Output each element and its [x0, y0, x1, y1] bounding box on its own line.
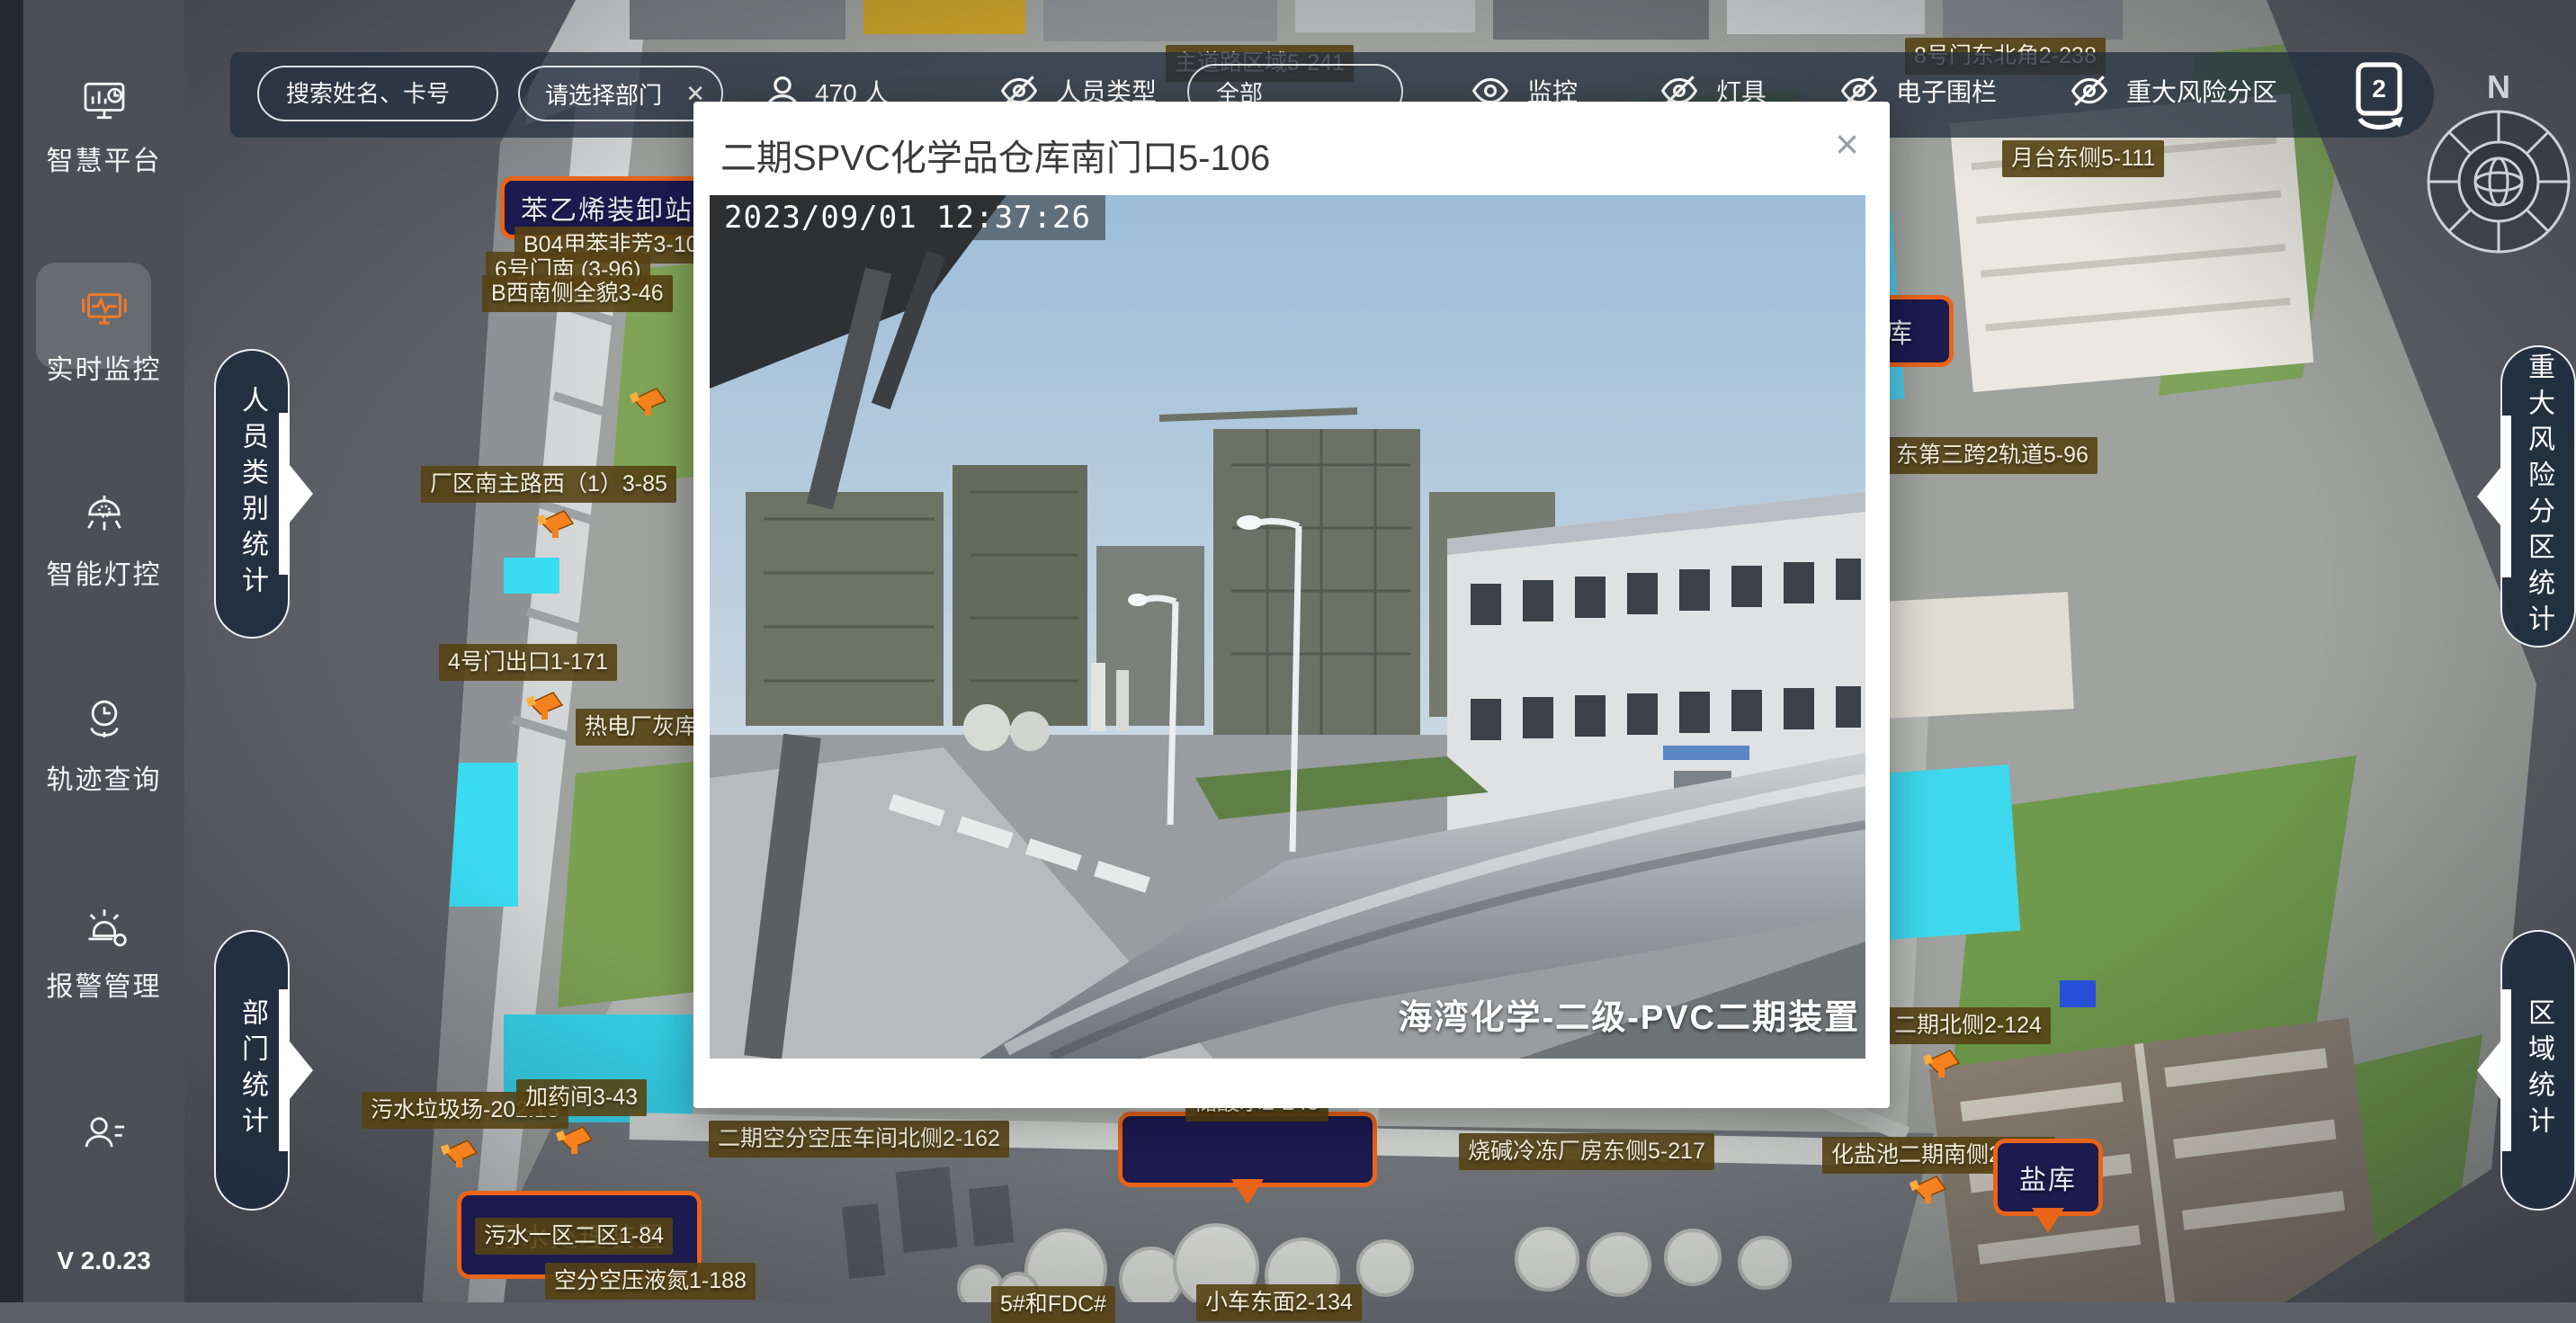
- alarm-icon: [79, 901, 130, 952]
- sidebar-item-smart-platform[interactable]: 智慧平台: [23, 76, 184, 178]
- camera-label[interactable]: 4号门出口1-171: [439, 644, 617, 681]
- camera-icon[interactable]: [526, 691, 566, 721]
- department-select[interactable]: 请选择部门 ✕: [518, 66, 723, 121]
- zone-pointer: [2032, 1208, 2064, 1249]
- camera-label[interactable]: 烧碱冷冻厂房东侧5-217: [1459, 1133, 1714, 1170]
- expand-arrow-icon[interactable]: [2475, 416, 2511, 577]
- camera-label[interactable]: 二期北侧2-124: [1885, 1007, 2051, 1044]
- tab-label: 重大风险分区统计: [2518, 353, 2558, 640]
- sidebar-edge-strip: [0, 0, 23, 1302]
- camera-icon[interactable]: [1923, 1049, 1963, 1079]
- sidebar-item-label: 智能灯控: [23, 552, 184, 592]
- camera-timestamp: 2023/09/01 12:37:26: [710, 195, 1105, 240]
- trajectory-icon: [79, 694, 130, 745]
- layer-toggle-label: 重大风险分区: [2126, 73, 2277, 109]
- camera-label[interactable]: 厂区南主路西（1）3-85: [421, 466, 676, 503]
- camera-label[interactable]: 小车东面2-134: [1196, 1284, 1362, 1321]
- camera-icon[interactable]: [1910, 1175, 1949, 1205]
- expand-arrow-icon[interactable]: [2475, 989, 2511, 1151]
- sidebar-item-alarm-management[interactable]: 报警管理: [23, 901, 184, 1004]
- smart-light-icon: [79, 489, 130, 540]
- tab-department-stats[interactable]: 部门统计: [214, 930, 290, 1211]
- search-input[interactable]: [284, 79, 477, 109]
- camera-icon[interactable]: [441, 1139, 480, 1169]
- sidebar-item-label: 实时监控: [23, 347, 184, 387]
- camera-label[interactable]: 热电厂灰库: [576, 709, 706, 746]
- tab-area-stats[interactable]: 区域统计: [2500, 930, 2576, 1211]
- dashboard-icon: [79, 76, 130, 126]
- camera-label[interactable]: B西南侧全貌3-46: [482, 275, 673, 312]
- sidebar-item-label: 轨迹查询: [23, 757, 184, 797]
- realtime-monitor-icon: [79, 284, 130, 335]
- tab-label: 部门统计: [232, 998, 272, 1142]
- camera-label[interactable]: 5#和FDC#: [991, 1286, 1115, 1323]
- sidebar-item-realtime-monitor[interactable]: 实时监控: [23, 284, 184, 387]
- zone-label[interactable]: [1118, 1112, 1377, 1187]
- zone-label[interactable]: 盐库: [1993, 1139, 2103, 1216]
- camera-label[interactable]: 空分空压液氮1-188: [545, 1263, 756, 1300]
- layer-toggle-label: 电子围栏: [1896, 73, 1997, 109]
- sidebar-item-contacts[interactable]: [23, 1108, 184, 1171]
- view-mode-toggle[interactable]: 2: [2346, 59, 2414, 131]
- camera-label[interactable]: 污水一区二区1-84: [475, 1218, 673, 1255]
- camera-label[interactable]: 月台东侧5-111: [2002, 140, 2164, 177]
- search-pill[interactable]: [257, 66, 498, 121]
- expand-arrow-icon[interactable]: [279, 413, 315, 575]
- tab-person-category-stats[interactable]: 人员类别统计: [214, 349, 290, 639]
- tab-major-risk-zone-stats[interactable]: 重大风险分区统计: [2500, 345, 2576, 648]
- sidebar-item-label: 智慧平台: [23, 139, 184, 178]
- sidebar-item-label: 报警管理: [23, 964, 184, 1004]
- camera-feed-modal: 二期SPVC化学品仓库南门口5-106 ×: [693, 102, 1890, 1108]
- camera-watermark: 海湾化学-二级-PVC二期装置: [1399, 989, 1860, 1039]
- compass[interactable]: [2423, 106, 2574, 257]
- tab-label: 人员类别统计: [232, 386, 272, 602]
- department-placeholder: 请选择部门: [545, 77, 685, 111]
- mode-badge-number: 2: [2372, 75, 2386, 103]
- compass-north-label: N: [2466, 68, 2531, 106]
- tab-label: 区域统计: [2518, 998, 2558, 1142]
- sidebar-item-smart-lighting[interactable]: 智能灯控: [23, 489, 184, 592]
- sidebar-item-trajectory-query[interactable]: 轨迹查询: [23, 694, 184, 797]
- camera-label[interactable]: 二期空分空压车间北侧2-162: [709, 1121, 1009, 1158]
- camera-photo: [710, 195, 1865, 1059]
- modal-title: 二期SPVC化学品仓库南门口5-106: [720, 129, 1270, 181]
- zone-pointer: [1231, 1179, 1264, 1220]
- expand-arrow-icon[interactable]: [279, 989, 315, 1151]
- camera-label[interactable]: 东第三跨2轨道5-96: [1887, 437, 2097, 474]
- camera-label[interactable]: 加药间3-43: [516, 1079, 647, 1116]
- camera-icon[interactable]: [630, 387, 669, 417]
- close-icon[interactable]: ×: [1835, 123, 1859, 165]
- layer-toggle[interactable]: 重大风险分区: [2067, 72, 2277, 110]
- camera-icon[interactable]: [556, 1125, 595, 1156]
- eye-off-icon[interactable]: [2067, 72, 2112, 110]
- camera-icon[interactable]: [537, 509, 577, 540]
- app-version: V 2.0.23: [23, 1247, 184, 1275]
- left-sidebar: 智慧平台 实时监控 智能灯控 轨迹查询: [0, 0, 184, 1302]
- camera-feed-image: 2023/09/01 12:37:26 海湾化学-二级-PVC二期装置: [710, 195, 1865, 1059]
- contacts-icon: [79, 1108, 130, 1158]
